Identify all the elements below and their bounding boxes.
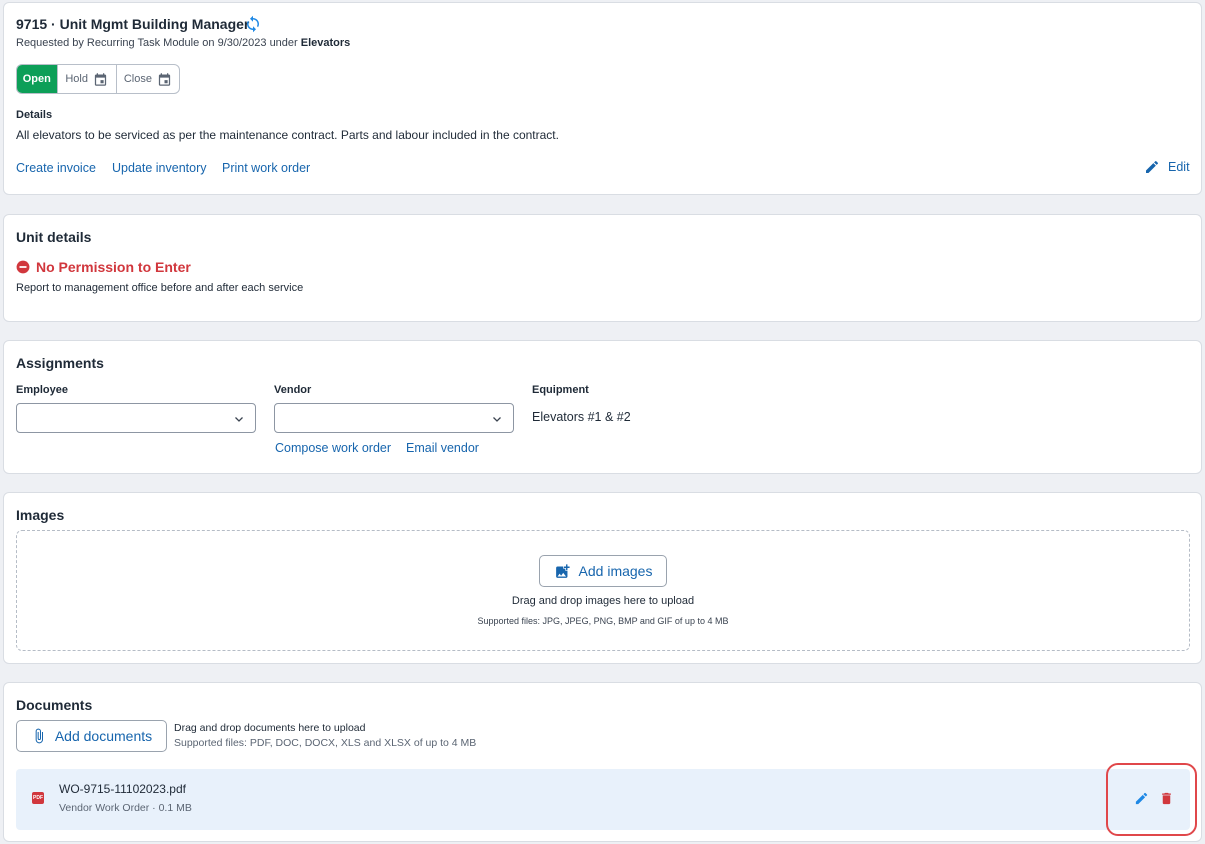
vendor-select[interactable] (274, 403, 514, 433)
images-title: Images (16, 507, 65, 523)
document-row[interactable]: PDF WO-9715-11102023.pdf Vendor Work Ord… (16, 769, 1190, 830)
image-supported-files: Supported files: JPG, JPEG, PNG, BMP and… (477, 616, 729, 626)
document-drop-hint: Drag and drop documents here to upload (174, 722, 366, 734)
print-work-order-link[interactable]: Print work order (222, 161, 310, 175)
add-images-label: Add images (578, 563, 653, 579)
add-images-button[interactable]: Add images (539, 555, 667, 587)
recurring-icon (244, 15, 262, 33)
document-supported-files: Supported files: PDF, DOC, DOCX, XLS and… (174, 737, 477, 749)
documents-title: Documents (16, 697, 93, 713)
status-hold-button[interactable]: Hold (56, 65, 116, 93)
update-inventory-link[interactable]: Update inventory (112, 161, 207, 175)
status-hold-label: Hold (65, 73, 88, 85)
calendar-icon (94, 72, 107, 86)
calendar-icon (158, 72, 171, 86)
add-documents-label: Add documents (54, 728, 153, 744)
unit-details-card: Unit details No Permission to Enter Repo… (3, 214, 1202, 322)
pencil-icon (1146, 160, 1159, 173)
assignments-card: Assignments Employee Vendor Compose work… (3, 340, 1202, 474)
requested-by-text: Requested by Recurring Task Module on 9/… (16, 37, 350, 49)
status-open-button[interactable]: Open (17, 65, 57, 93)
work-order-card: 9715 · Unit Mgmt Building Manager Reques… (3, 2, 1202, 195)
permission-status: No Permission to Enter (36, 259, 191, 275)
vendor-label: Vendor (274, 384, 312, 396)
edit-label: Edit (1168, 160, 1190, 174)
images-card: Images Add images Drag and drop images h… (3, 492, 1202, 664)
equipment-label: Equipment (532, 384, 589, 396)
create-invoice-link[interactable]: Create invoice (16, 161, 96, 175)
email-vendor-link[interactable]: Email vendor (406, 441, 479, 455)
pdf-file-icon: PDF (32, 792, 44, 804)
assignments-title: Assignments (16, 355, 104, 371)
add-photo-icon (555, 563, 570, 578)
paperclip-icon (35, 728, 43, 744)
document-name: WO-9715-11102023.pdf (59, 782, 186, 796)
edit-button[interactable]: Edit (1144, 159, 1190, 175)
action-highlight-outline (1106, 763, 1197, 836)
document-meta: Vendor Work Order · 0.1 MB (59, 802, 192, 814)
pdf-badge: PDF (33, 795, 43, 801)
add-documents-button[interactable]: Add documents (16, 720, 167, 752)
page-title: 9715 · Unit Mgmt Building Manager (16, 16, 250, 32)
details-text: All elevators to be serviced as per the … (16, 128, 559, 142)
compose-work-order-link[interactable]: Compose work order (275, 441, 391, 455)
requested-category: Elevators (300, 37, 351, 49)
equipment-value: Elevators #1 & #2 (532, 410, 631, 424)
requested-prefix: Requested by Recurring Task Module on 9/… (16, 37, 301, 49)
employee-select[interactable] (16, 403, 256, 433)
employee-label: Employee (16, 384, 68, 396)
no-entry-icon (16, 260, 30, 279)
status-close-button[interactable]: Close (115, 65, 179, 93)
image-drop-hint: Drag and drop images here to upload (511, 595, 695, 607)
unit-note: Report to management office before and a… (16, 282, 304, 294)
details-label: Details (16, 109, 53, 121)
documents-card: Documents Add documents Drag and drop do… (3, 682, 1202, 842)
image-drop-zone[interactable]: Add images Drag and drop images here to … (16, 530, 1190, 651)
status-toggle-group: Open Hold Close (16, 64, 180, 94)
unit-details-title: Unit details (16, 229, 92, 245)
status-close-label: Close (123, 73, 152, 85)
chevron-down-icon (493, 417, 501, 422)
chevron-down-icon (235, 417, 243, 422)
status-open-label: Open (22, 73, 51, 85)
